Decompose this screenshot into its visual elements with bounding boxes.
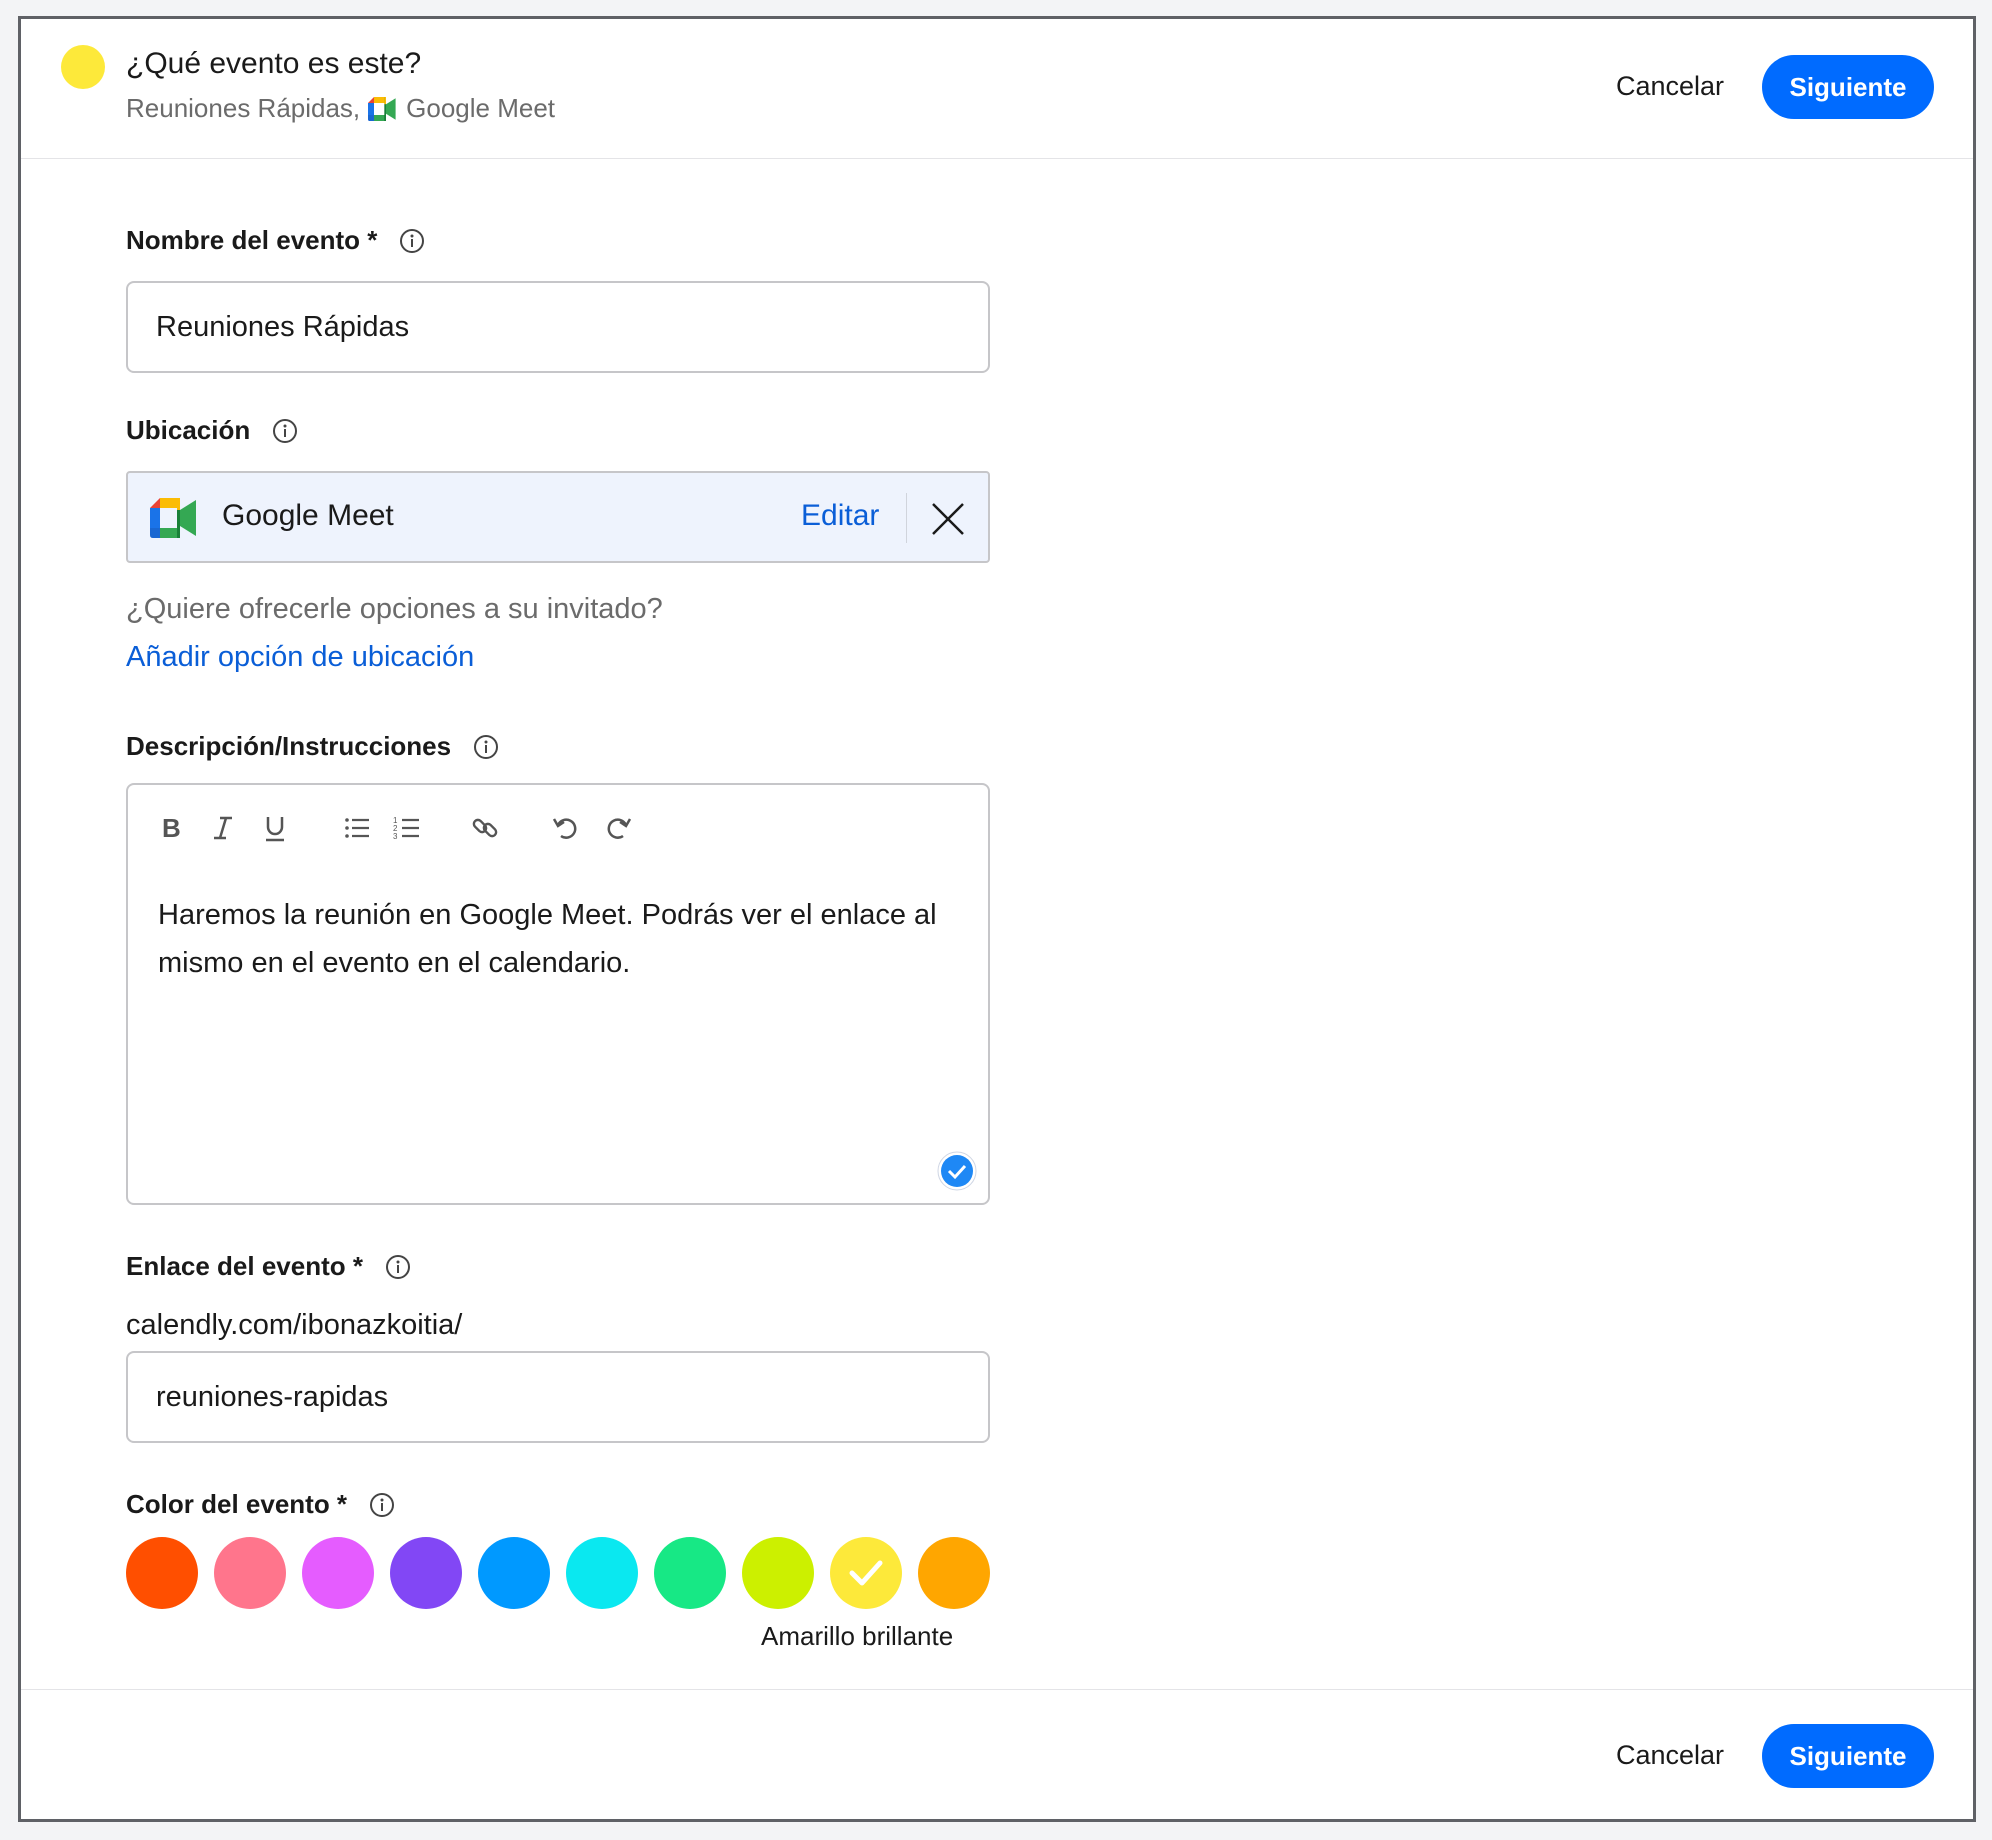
next-button[interactable]: Siguiente (1762, 55, 1934, 119)
location-label: Ubicación (126, 415, 298, 446)
link-icon[interactable] (466, 809, 504, 847)
svg-text:B: B (162, 813, 181, 843)
location-selection: Google Meet Editar (126, 471, 990, 563)
color-swatch[interactable] (654, 1537, 726, 1609)
info-icon[interactable] (272, 418, 298, 444)
close-icon[interactable] (928, 499, 968, 539)
panel-header: ¿Qué evento es este? Reuniones Rápidas, … (21, 19, 1973, 159)
grammar-check-icon[interactable] (937, 1151, 977, 1191)
event-summary: Reuniones Rápidas, Google Meet (126, 93, 555, 124)
event-name-label-text: Nombre del evento * (126, 225, 378, 255)
description-text[interactable]: Haremos la reunión en Google Meet. Podrá… (158, 891, 958, 987)
color-swatch[interactable] (302, 1537, 374, 1609)
description-label-text: Descripción/Instrucciones (126, 731, 452, 761)
selected-color-name: Amarillo brillante (761, 1621, 954, 1651)
event-link-label: Enlace del evento * (126, 1251, 411, 1282)
page-title: ¿Qué evento es este? (126, 47, 422, 80)
location-label-text: Ubicación (126, 415, 251, 445)
info-icon[interactable] (473, 734, 499, 760)
color-swatch[interactable] (214, 1537, 286, 1609)
add-location-option-link[interactable]: Añadir opción de ubicación (126, 641, 474, 674)
info-icon[interactable] (399, 228, 425, 254)
event-color-label: Color del evento * (126, 1489, 395, 1520)
event-name-input[interactable]: Reuniones Rápidas (126, 281, 990, 373)
svg-text:3: 3 (393, 832, 398, 841)
next-button[interactable]: Siguiente (1762, 1724, 1934, 1788)
event-color-label-text: Color del evento * (126, 1489, 348, 1519)
location-options-hint: ¿Quiere ofrecerle opciones a su invitado… (126, 593, 663, 625)
cancel-button[interactable]: Cancelar (1616, 71, 1724, 102)
edit-location-button[interactable]: Editar (801, 499, 879, 533)
color-swatch[interactable] (566, 1537, 638, 1609)
italic-icon[interactable] (204, 809, 242, 847)
location-provider-name: Google Meet (222, 499, 394, 532)
color-swatch[interactable] (742, 1537, 814, 1609)
divider (906, 493, 907, 543)
event-link-prefix: calendly.com/ibonazkoitia/ (126, 1309, 463, 1341)
google-meet-icon (368, 96, 396, 121)
undo-icon[interactable] (546, 809, 584, 847)
description-editor: B 123 Haremos la reunión en Google Meet.… (126, 783, 990, 1205)
underline-icon[interactable] (256, 809, 294, 847)
color-swatch[interactable] (126, 1537, 198, 1609)
event-summary-name: Reuniones Rápidas, (126, 93, 361, 123)
event-summary-location: Google Meet (406, 93, 556, 123)
event-setup-panel: ¿Qué evento es este? Reuniones Rápidas, … (18, 16, 1976, 1822)
color-swatches (126, 1537, 1006, 1611)
panel-footer: Cancelar Siguiente (21, 1689, 1973, 1822)
numbered-list-icon[interactable]: 123 (388, 809, 426, 847)
event-link-label-text: Enlace del evento * (126, 1251, 363, 1281)
description-label: Descripción/Instrucciones (126, 731, 499, 762)
checkmark-icon (849, 1560, 883, 1586)
color-swatch[interactable] (918, 1537, 990, 1609)
cancel-button[interactable]: Cancelar (1616, 1740, 1724, 1771)
color-swatch[interactable] (390, 1537, 462, 1609)
info-icon[interactable] (369, 1492, 395, 1518)
google-meet-icon (150, 498, 196, 538)
event-link-input[interactable]: reuniones-rapidas (126, 1351, 990, 1443)
color-swatch[interactable] (478, 1537, 550, 1609)
event-color-dot (61, 45, 105, 89)
info-icon[interactable] (385, 1254, 411, 1280)
redo-icon[interactable] (600, 809, 638, 847)
bold-icon[interactable]: B (152, 809, 190, 847)
bulleted-list-icon[interactable] (338, 809, 376, 847)
color-swatch[interactable] (830, 1537, 902, 1609)
event-name-label: Nombre del evento * (126, 225, 425, 256)
